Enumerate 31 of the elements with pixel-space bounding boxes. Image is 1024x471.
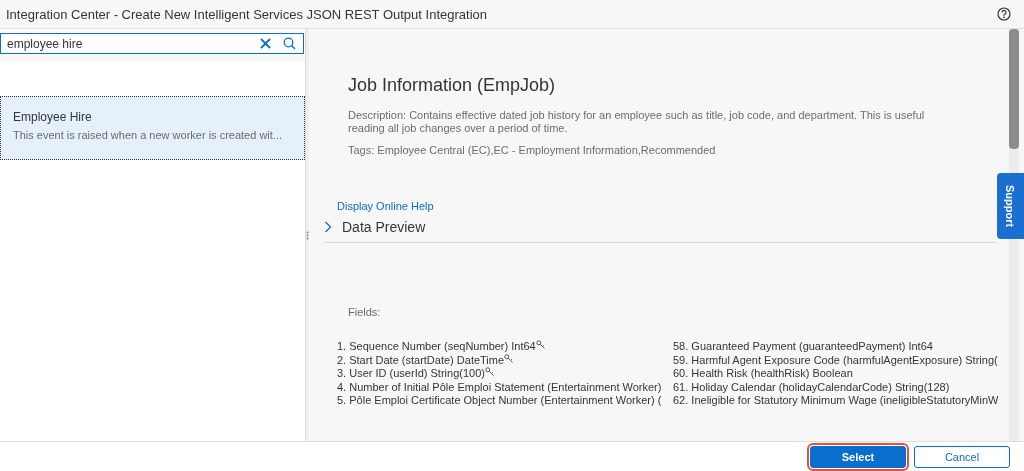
scrollbar-thumb[interactable]: [1009, 29, 1019, 149]
search-box[interactable]: employee hire: [0, 33, 304, 54]
detail-title: Job Information (EmpJob): [348, 75, 557, 96]
support-tab[interactable]: Support: [997, 173, 1024, 239]
help-icon[interactable]: [997, 7, 1011, 21]
fields-label: Fields:: [348, 306, 382, 318]
field-item: 62. Ineligible for Statutory Minimum Wage (ineligibleStatutoryMinW: [673, 394, 999, 408]
chevron-icon[interactable]: [324, 221, 332, 233]
search-field[interactable]: employee hire: [7, 36, 248, 51]
description-text: Description: Contains effective dated job history for an employee such as title, job code, and department. This is useful reading all job changes over a period of time.: [348, 109, 926, 135]
result-title: Employee Hire: [13, 110, 93, 124]
field-item: 2. Start Date (startDate) DateTime: [337, 353, 505, 367]
tags-text: Tags: Employee Central (EC),EC - Employment Information,Recommended: [348, 144, 717, 156]
field-item: 61. Holiday Calendar (holidayCalendarCode) String(128): [673, 380, 950, 394]
search-icon[interactable]: [283, 37, 296, 50]
clear-icon[interactable]: [260, 38, 271, 49]
window-title: Integration Center - Create New Intelligent Services JSON REST Output Integration: [6, 6, 487, 22]
result-item[interactable]: Employee Hire This event is raised when a new worker is created wit...: [0, 96, 305, 160]
field-item: 4. Number of Initial Pôle Emploi Statement (Entertainment Worker): [337, 380, 662, 394]
online-help-link[interactable]: Display Online Help: [337, 200, 434, 212]
primary-button[interactable]: Select: [810, 445, 906, 468]
field-item: 5. Pôle Emploi Certificate Object Number (Entertainment Worker) (: [337, 394, 662, 408]
field-item: 1. Sequence Number (seqNumber) Int64: [337, 340, 536, 353]
section-title[interactable]: Data Preview: [342, 219, 426, 235]
splitter-handle-icon[interactable]: [306, 230, 309, 240]
field-item: 3. User ID (userId) String(100): [337, 367, 485, 381]
result-description: This event is raised when a new worker is created wit...: [13, 129, 283, 141]
field-item: 58. Guaranteed Payment (guaranteedPayment) Int64: [673, 340, 933, 353]
secondary-button[interactable]: Cancel: [914, 445, 1010, 468]
field-item: 60. Health Risk (healthRisk) Boolean: [673, 367, 853, 381]
field-item: 59. Harmful Agent Exposure Code (harmfulAgentExposure) String(: [673, 353, 998, 367]
